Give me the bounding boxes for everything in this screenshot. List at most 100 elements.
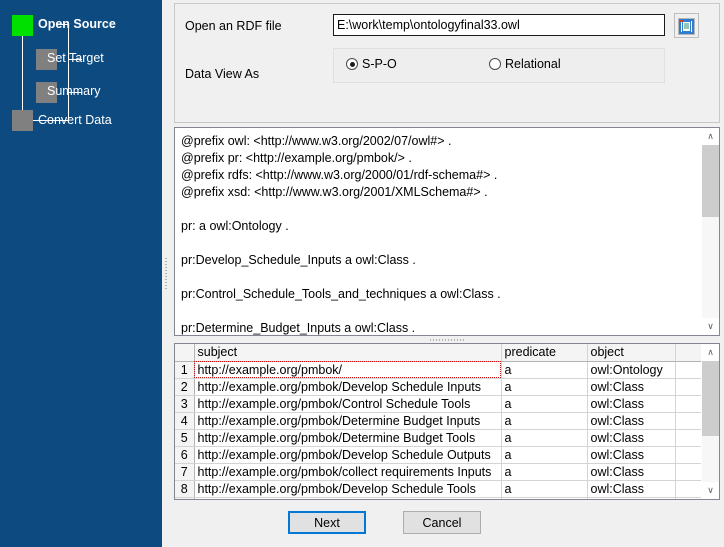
cell-filler bbox=[675, 463, 702, 480]
radio-relational-indicator bbox=[489, 58, 501, 70]
triples-grid: subject predicate object 1http://example… bbox=[174, 343, 720, 500]
cell-subject[interactable]: http://example.org/pmbok/ bbox=[194, 361, 501, 378]
rdf-text-preview: @prefix owl: <http://www.w3.org/2002/07/… bbox=[174, 127, 720, 336]
grid-scrollbar[interactable]: ∧ ∨ bbox=[701, 344, 719, 499]
sidebar-item-summary[interactable]: Summary bbox=[47, 84, 100, 98]
cell-predicate[interactable]: a bbox=[501, 463, 587, 480]
cell-object[interactable]: owl:Class bbox=[587, 395, 675, 412]
table-row[interactable]: 7http://example.org/pmbok/collect requir… bbox=[175, 463, 702, 480]
cell-predicate[interactable]: a bbox=[501, 395, 587, 412]
rdf-file-label: Open an RDF file bbox=[185, 19, 282, 33]
source-form-panel: Open an RDF file Data View As S-P-O bbox=[174, 3, 720, 123]
column-header-filler bbox=[675, 344, 702, 361]
column-header-predicate[interactable]: predicate bbox=[501, 344, 587, 361]
cell-object[interactable]: owl:Class bbox=[587, 378, 675, 395]
row-number[interactable]: 5 bbox=[175, 429, 194, 446]
table-row[interactable]: 1http://example.org/pmbok/aowl:Ontology bbox=[175, 361, 702, 378]
cell-subject[interactable]: http://example.org/pmbok/Control Schedul… bbox=[194, 395, 501, 412]
cell-subject[interactable]: http://example.org/pmbok/Determine Budge… bbox=[194, 497, 501, 499]
rdf-text-content[interactable]: @prefix owl: <http://www.w3.org/2002/07/… bbox=[175, 128, 702, 335]
cell-object[interactable]: owl:Class bbox=[587, 463, 675, 480]
splitter-grip-horizontal bbox=[430, 339, 464, 341]
sidebar-splitter[interactable] bbox=[162, 0, 170, 547]
rdf-converter-window: Open Source Set Target Summary Convert D… bbox=[0, 0, 724, 547]
step-marker-convert-data[interactable] bbox=[12, 110, 33, 131]
radio-spo[interactable]: S-P-O bbox=[346, 57, 397, 71]
cell-subject[interactable]: http://example.org/pmbok/Develop Schedul… bbox=[194, 446, 501, 463]
sidebar-item-open-source[interactable]: Open Source bbox=[38, 17, 116, 31]
table-row[interactable]: 9http://example.org/pmbok/Determine Budg… bbox=[175, 497, 702, 499]
cell-filler bbox=[675, 497, 702, 499]
cell-object[interactable]: owl:Ontology bbox=[587, 361, 675, 378]
cell-filler bbox=[675, 480, 702, 497]
rdf-file-input[interactable] bbox=[333, 14, 665, 36]
data-view-radio-group: S-P-O Relational bbox=[333, 48, 665, 83]
main-content: Open an RDF file Data View As S-P-O bbox=[170, 0, 724, 547]
cell-object[interactable]: owl:Class bbox=[587, 497, 675, 499]
radio-relational-label: Relational bbox=[505, 57, 561, 71]
cell-predicate[interactable]: a bbox=[501, 429, 587, 446]
next-button[interactable]: Next bbox=[288, 511, 366, 534]
column-header-subject[interactable]: subject bbox=[194, 344, 501, 361]
rdf-text-scroll-thumb[interactable] bbox=[702, 145, 719, 217]
cell-predicate[interactable]: a bbox=[501, 361, 587, 378]
tree-line-vertical-main bbox=[22, 33, 23, 121]
grid-scroll-up-icon[interactable]: ∧ bbox=[702, 344, 719, 361]
cell-filler bbox=[675, 395, 702, 412]
triples-table: subject predicate object 1http://example… bbox=[175, 344, 702, 499]
row-number[interactable]: 1 bbox=[175, 361, 194, 378]
cell-object[interactable]: owl:Class bbox=[587, 480, 675, 497]
cell-predicate[interactable]: a bbox=[501, 378, 587, 395]
step-marker-open-source[interactable] bbox=[12, 15, 33, 36]
row-number[interactable]: 6 bbox=[175, 446, 194, 463]
table-row[interactable]: 8http://example.org/pmbok/Develop Schedu… bbox=[175, 480, 702, 497]
cell-subject[interactable]: http://example.org/pmbok/Develop Schedul… bbox=[194, 480, 501, 497]
row-number[interactable]: 2 bbox=[175, 378, 194, 395]
cell-object[interactable]: owl:Class bbox=[587, 446, 675, 463]
cancel-button[interactable]: Cancel bbox=[403, 511, 481, 534]
row-number[interactable]: 9 bbox=[175, 497, 194, 499]
cell-predicate[interactable]: a bbox=[501, 480, 587, 497]
row-number-header[interactable] bbox=[175, 344, 194, 361]
cell-filler bbox=[675, 412, 702, 429]
wizard-step-sidebar: Open Source Set Target Summary Convert D… bbox=[0, 0, 162, 547]
sidebar-item-set-target[interactable]: Set Target bbox=[47, 51, 104, 65]
cell-object[interactable]: owl:Class bbox=[587, 412, 675, 429]
sidebar-item-convert-data[interactable]: Convert Data bbox=[38, 113, 112, 127]
scroll-up-icon[interactable]: ∧ bbox=[702, 128, 719, 145]
cell-subject[interactable]: http://example.org/pmbok/Determine Budge… bbox=[194, 429, 501, 446]
scroll-down-icon[interactable]: ∨ bbox=[702, 318, 719, 335]
cell-predicate[interactable]: a bbox=[501, 446, 587, 463]
grid-scroll-down-icon[interactable]: ∨ bbox=[702, 482, 719, 499]
data-view-label: Data View As bbox=[185, 67, 259, 81]
grid-scroll-thumb[interactable] bbox=[702, 361, 719, 436]
cell-subject[interactable]: http://example.org/pmbok/Determine Budge… bbox=[194, 412, 501, 429]
table-row[interactable]: 4http://example.org/pmbok/Determine Budg… bbox=[175, 412, 702, 429]
cell-subject[interactable]: http://example.org/pmbok/Develop Schedul… bbox=[194, 378, 501, 395]
rdf-text-scrollbar[interactable]: ∧ ∨ bbox=[701, 128, 719, 335]
table-row[interactable]: 3http://example.org/pmbok/Control Schedu… bbox=[175, 395, 702, 412]
table-row[interactable]: 2http://example.org/pmbok/Develop Schedu… bbox=[175, 378, 702, 395]
cell-filler bbox=[675, 361, 702, 378]
cell-subject[interactable]: http://example.org/pmbok/collect require… bbox=[194, 463, 501, 480]
table-row[interactable]: 5http://example.org/pmbok/Determine Budg… bbox=[175, 429, 702, 446]
cell-filler bbox=[675, 378, 702, 395]
splitter-grip bbox=[165, 258, 167, 290]
open-file-icon-button[interactable] bbox=[674, 13, 699, 38]
table-row[interactable]: 6http://example.org/pmbok/Develop Schedu… bbox=[175, 446, 702, 463]
wizard-button-bar: Next Cancel bbox=[170, 503, 724, 547]
triples-table-body: 1http://example.org/pmbok/aowl:Ontology2… bbox=[175, 361, 702, 499]
tree-line-vertical-branch bbox=[68, 24, 69, 121]
cell-filler bbox=[675, 429, 702, 446]
column-header-object[interactable]: object bbox=[587, 344, 675, 361]
cell-predicate[interactable]: a bbox=[501, 412, 587, 429]
row-number[interactable]: 4 bbox=[175, 412, 194, 429]
cell-object[interactable]: owl:Class bbox=[587, 429, 675, 446]
cell-predicate[interactable]: a bbox=[501, 497, 587, 499]
radio-spo-label: S-P-O bbox=[362, 57, 397, 71]
radio-relational[interactable]: Relational bbox=[489, 57, 561, 71]
row-number[interactable]: 8 bbox=[175, 480, 194, 497]
triples-grid-viewport[interactable]: subject predicate object 1http://example… bbox=[175, 344, 702, 499]
row-number[interactable]: 7 bbox=[175, 463, 194, 480]
row-number[interactable]: 3 bbox=[175, 395, 194, 412]
